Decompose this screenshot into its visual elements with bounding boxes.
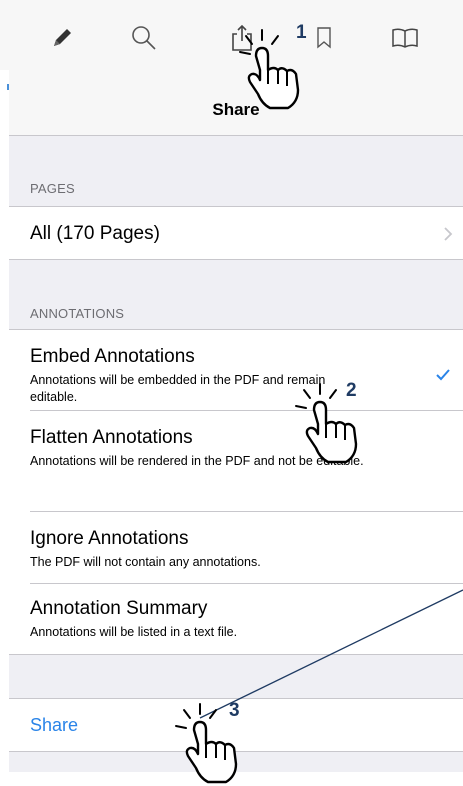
step-number: 3 — [229, 700, 240, 721]
step-number: 2 — [346, 380, 357, 401]
step-number: 1 — [296, 22, 307, 43]
annotation-pointer-line — [199, 589, 463, 719]
tap-hand-icon — [295, 383, 358, 464]
